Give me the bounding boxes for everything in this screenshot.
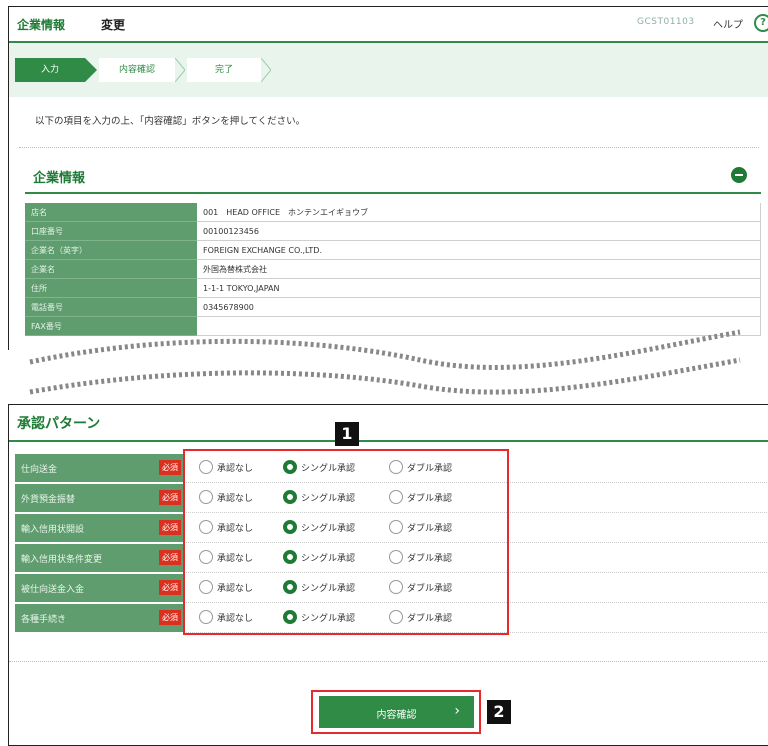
- row-label: 輸入信用状条件変更: [21, 555, 103, 565]
- row-label: 口座番号: [25, 221, 197, 241]
- highlight-box-1: [183, 449, 509, 635]
- help-link[interactable]: ヘルプ: [713, 16, 743, 31]
- row-label: 外貨預金振替: [21, 495, 76, 505]
- required-badge: 必須: [159, 610, 181, 625]
- table-row: 口座番号 00100123456: [25, 221, 761, 241]
- row-value: FOREIGN EXCHANGE CO.,LTD.: [197, 240, 761, 260]
- required-badge: 必須: [159, 550, 181, 565]
- row-label: 店名: [25, 203, 197, 222]
- row-label-cell: 仕向送金: [15, 454, 183, 482]
- company-section-title: 企業情報: [33, 171, 86, 186]
- approval-section-title: 承認パターン: [17, 416, 101, 432]
- instruction-text: 以下の項目を入力の上、「内容確認」ボタンを押してください。: [35, 116, 306, 127]
- confirm-button[interactable]: 内容確認 ›: [319, 696, 474, 728]
- row-label-cell: 外貨預金振替: [15, 484, 183, 512]
- row-label: 企業名（英字）: [25, 240, 197, 260]
- page-break-separator: [0, 329, 768, 400]
- page-header: 企業情報 変更 GCST01103 ヘルプ ?: [9, 7, 768, 41]
- chevron-right-icon: ›: [454, 703, 460, 719]
- step-confirm: 内容確認: [99, 58, 175, 82]
- divider: [19, 147, 759, 148]
- row-label: 住所: [25, 278, 197, 298]
- screen-code: GCST01103: [637, 17, 695, 27]
- company-info-table: 店名 001 HEAD OFFICE ホンテンエイギョウブ 口座番号 0010012…: [25, 203, 761, 336]
- help-icon[interactable]: ?: [754, 14, 768, 32]
- callout-badge-1: 1: [335, 422, 359, 446]
- row-label-cell: 被仕向送金入金: [15, 574, 183, 602]
- company-info-panel: 企業情報 変更 GCST01103 ヘルプ ? 入力 内容確認 完了 以下の項目…: [8, 6, 768, 360]
- required-badge: 必須: [159, 490, 181, 505]
- callout-badge-2: 2: [487, 700, 511, 724]
- row-value: 0345678900: [197, 297, 761, 317]
- row-value: 00100123456: [197, 221, 761, 241]
- step-indicator: 入力 内容確認 完了: [9, 43, 768, 97]
- row-label-cell: 各種手続き: [15, 604, 183, 632]
- row-value: 001 HEAD OFFICE ホンテンエイギョウブ: [197, 203, 761, 222]
- table-row: 電話番号 0345678900: [25, 297, 761, 317]
- step-input: 入力: [15, 58, 97, 82]
- page-action: 変更: [101, 18, 126, 32]
- row-label: 企業名: [25, 259, 197, 279]
- row-value: 1-1-1 TOKYO,JAPAN: [197, 278, 761, 298]
- section-divider: [25, 192, 761, 194]
- table-row: 企業名 外国為替株式会社: [25, 259, 761, 279]
- step-chevron-icon: [175, 58, 185, 82]
- row-label-cell: 輸入信用状条件変更: [15, 544, 183, 572]
- row-label-cell: 輸入信用状開設: [15, 514, 183, 542]
- table-row: 店名 001 HEAD OFFICE ホンテンエイギョウブ: [25, 203, 761, 222]
- table-row: 企業名（英字） FOREIGN EXCHANGE CO.,LTD.: [25, 240, 761, 260]
- row-label: 仕向送金: [21, 465, 58, 475]
- collapse-icon[interactable]: [731, 167, 747, 183]
- approval-panel: 承認パターン 1 仕向送金 必須 承認なし シングル承認 ダブル承認 外貨預金振…: [8, 404, 768, 746]
- row-label: 輸入信用状開設: [21, 525, 85, 535]
- confirm-button-label: 内容確認: [376, 710, 417, 721]
- divider: [9, 661, 768, 662]
- row-label: 被仕向送金入金: [21, 585, 85, 595]
- row-value: 外国為替株式会社: [197, 259, 761, 279]
- step-complete: 完了: [187, 58, 261, 82]
- required-badge: 必須: [159, 520, 181, 535]
- row-label: 各種手続き: [21, 615, 67, 625]
- table-row: 住所 1-1-1 TOKYO,JAPAN: [25, 278, 761, 298]
- section-divider: [9, 440, 768, 442]
- required-badge: 必須: [159, 580, 181, 595]
- step-chevron-icon: [261, 58, 271, 82]
- row-label: 電話番号: [25, 297, 197, 317]
- required-badge: 必須: [159, 460, 181, 475]
- page-title: 企業情報: [17, 18, 66, 32]
